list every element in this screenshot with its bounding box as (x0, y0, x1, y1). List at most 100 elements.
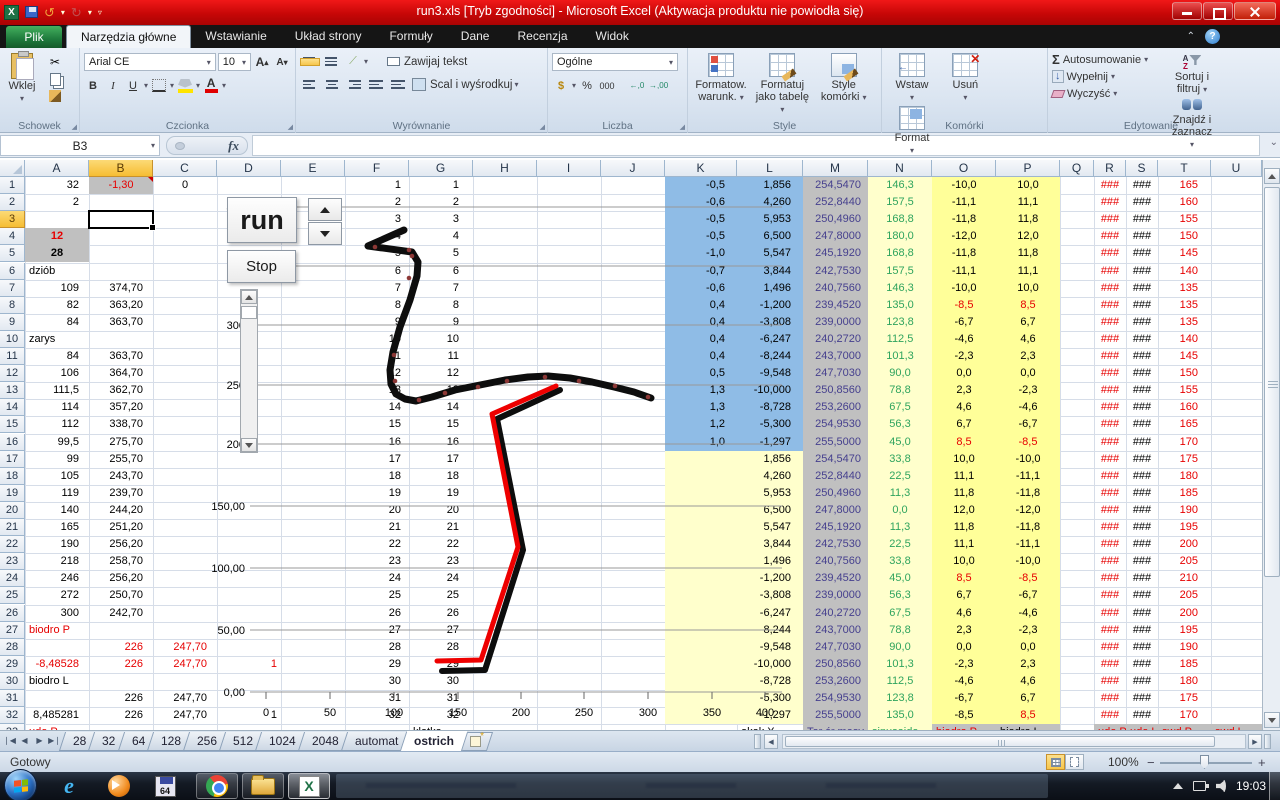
formula-input[interactable] (252, 135, 1260, 156)
cell-A32[interactable]: 8,485281 (25, 707, 89, 724)
show-desktop-button[interactable] (1269, 772, 1280, 800)
cell-T23[interactable]: 205 (1158, 553, 1211, 570)
accounting-format-button[interactable]: $ (552, 77, 570, 94)
cell-L7[interactable]: 1,496 (737, 280, 803, 297)
tab-układ-strony[interactable]: Układ strony (281, 25, 376, 48)
cell-T29[interactable]: 185 (1158, 656, 1211, 673)
taskbar-media-player-icon[interactable] (104, 773, 134, 799)
zoom-out-button[interactable]: − (1147, 756, 1155, 769)
cell-G9[interactable]: 9 (409, 314, 473, 331)
row-header-22[interactable]: 22 (0, 536, 25, 553)
first-sheet-button[interactable]: ❘◀ (3, 733, 16, 748)
col-header-U[interactable]: U (1211, 160, 1262, 177)
cell-P30[interactable]: 4,6 (996, 673, 1060, 690)
cell-styles-button[interactable]: Stylekomórki ▾ (815, 51, 873, 104)
cell-K5[interactable]: -1,0 (665, 245, 737, 262)
cell-O32[interactable]: -8,5 (932, 707, 996, 724)
cell-T24[interactable]: 210 (1158, 570, 1211, 587)
zoom-in-button[interactable]: + (1258, 756, 1266, 769)
cell-M30[interactable]: 253,2600 (803, 673, 868, 690)
col-header-M[interactable]: M (803, 160, 868, 177)
tab-narzędzia-główne[interactable]: Narzędzia główne (66, 25, 191, 48)
cell-G1[interactable]: 1 (409, 177, 473, 194)
cell-L26[interactable]: -6,247 (737, 605, 803, 622)
spin-down-button[interactable] (308, 222, 342, 245)
cell-L30[interactable]: -8,728 (737, 673, 803, 690)
cell-R27[interactable]: ### (1094, 622, 1126, 639)
cell-O8[interactable]: -8,5 (932, 297, 996, 314)
cell-P29[interactable]: 2,3 (996, 656, 1060, 673)
cell-R14[interactable]: ### (1094, 399, 1126, 416)
zoom-slider-thumb[interactable] (1200, 755, 1209, 769)
cell-M7[interactable]: 240,7560 (803, 280, 868, 297)
minimize-button[interactable] (1172, 2, 1202, 20)
network-icon[interactable] (1193, 781, 1206, 791)
cell-A8[interactable]: 82 (25, 297, 89, 314)
scroll-down-button[interactable] (1264, 712, 1280, 728)
cell-G24[interactable]: 24 (409, 570, 473, 587)
cell-G26[interactable]: 26 (409, 605, 473, 622)
cell-L15[interactable]: -5,300 (737, 416, 803, 433)
cell-B1[interactable]: -1,30 (89, 177, 153, 194)
scroll-right-button[interactable]: ▶ (1248, 734, 1262, 749)
row-header-18[interactable]: 18 (0, 468, 25, 485)
cell-A10[interactable]: zarys (25, 331, 89, 348)
cell-F25[interactable]: 25 (345, 587, 409, 604)
cell-S31[interactable]: ### (1126, 690, 1158, 707)
cell-K12[interactable]: 0,5 (665, 365, 737, 382)
col-header-J[interactable]: J (601, 160, 665, 177)
cell-T15[interactable]: 165 (1158, 416, 1211, 433)
cell-A27[interactable]: biodro P (25, 622, 89, 639)
cell-S24[interactable]: ### (1126, 570, 1158, 587)
next-sheet-button[interactable]: ▶ (33, 733, 46, 748)
cell-T21[interactable]: 195 (1158, 519, 1211, 536)
cell-O19[interactable]: 11,8 (932, 485, 996, 502)
prev-sheet-button[interactable]: ◀ (18, 733, 31, 748)
cell-B17[interactable]: 255,70 (89, 451, 153, 468)
col-header-S[interactable]: S (1126, 160, 1158, 177)
cell-T19[interactable]: 185 (1158, 485, 1211, 502)
cell-P25[interactable]: -6,7 (996, 587, 1060, 604)
cell-P2[interactable]: 11,1 (996, 194, 1060, 211)
cell-L12[interactable]: -9,548 (737, 365, 803, 382)
row-header-9[interactable]: 9 (0, 314, 25, 331)
cell-B18[interactable]: 243,70 (89, 468, 153, 485)
increase-decimal-button[interactable]: ←,0 (628, 77, 646, 94)
taskbar-excel-button[interactable]: X (288, 773, 330, 799)
cell-T2[interactable]: 160 (1158, 194, 1211, 211)
cell-B16[interactable]: 275,70 (89, 434, 153, 451)
cell-G31[interactable]: 31 (409, 690, 473, 707)
cell-R3[interactable]: ### (1094, 211, 1126, 228)
cell-L13[interactable]: -10,000 (737, 382, 803, 399)
cell-O20[interactable]: 12,0 (932, 502, 996, 519)
cell-G4[interactable]: 4 (409, 228, 473, 245)
cell-G2[interactable]: 2 (409, 194, 473, 211)
row-header-3[interactable]: 3 (0, 211, 25, 228)
zoom-level[interactable]: 100% (1108, 755, 1139, 769)
cell-F21[interactable]: 21 (345, 519, 409, 536)
cell-P17[interactable]: -10,0 (996, 451, 1060, 468)
cell-P13[interactable]: -2,3 (996, 382, 1060, 399)
cell-N12[interactable]: 90,0 (868, 365, 932, 382)
cell-R12[interactable]: ### (1094, 365, 1126, 382)
cell-M8[interactable]: 239,4520 (803, 297, 868, 314)
cell-N32[interactable]: 135,0 (868, 707, 932, 724)
cell-O26[interactable]: 4,6 (932, 605, 996, 622)
cell-M23[interactable]: 240,7560 (803, 553, 868, 570)
cell-S29[interactable]: ### (1126, 656, 1158, 673)
cell-K2[interactable]: -0,6 (665, 194, 737, 211)
cell-G28[interactable]: 28 (409, 639, 473, 656)
col-header-H[interactable]: H (473, 160, 537, 177)
cell-F22[interactable]: 22 (345, 536, 409, 553)
cell-N31[interactable]: 123,8 (868, 690, 932, 707)
cell-R4[interactable]: ### (1094, 228, 1126, 245)
row-header-26[interactable]: 26 (0, 605, 25, 622)
cell-S13[interactable]: ### (1126, 382, 1158, 399)
cell-N2[interactable]: 157,5 (868, 194, 932, 211)
cell-M12[interactable]: 247,7030 (803, 365, 868, 382)
cell-R11[interactable]: ### (1094, 348, 1126, 365)
name-box-dropdown-icon[interactable]: ▾ (151, 141, 155, 150)
cell-S10[interactable]: ### (1126, 331, 1158, 348)
cell-N7[interactable]: 146,3 (868, 280, 932, 297)
cell-L27[interactable]: -8,244 (737, 622, 803, 639)
